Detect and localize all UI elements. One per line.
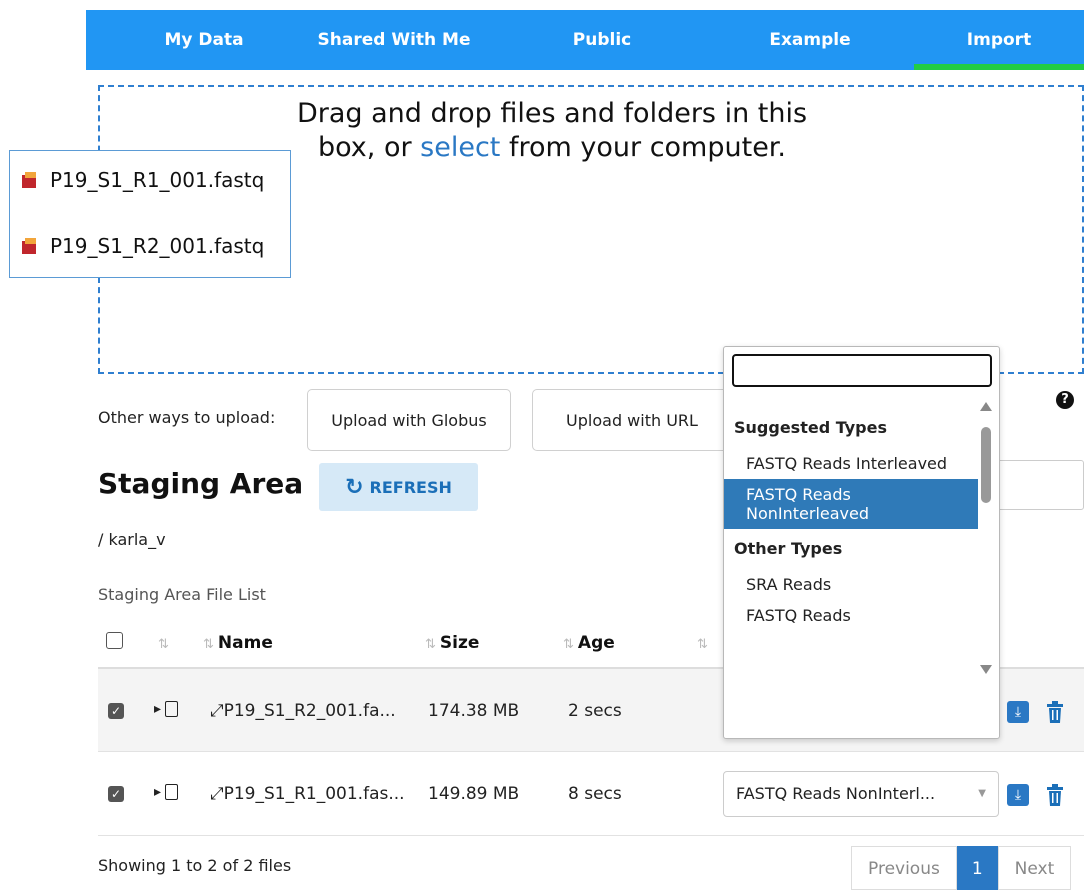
drag-file-item: P19_S1_R1_001.fastq	[22, 165, 264, 195]
expand-arrows-icon: ⤢	[210, 784, 224, 804]
row-checkbox[interactable]: ✓	[108, 786, 124, 802]
dropdown-option[interactable]: SRA Reads	[724, 569, 978, 600]
other-ways-label: Other ways to upload:	[98, 408, 276, 427]
previous-page-button[interactable]: Previous	[851, 846, 957, 890]
column-header-age[interactable]: ⇅ Age	[563, 633, 615, 653]
dropzone-text: Drag and drop files and folders in this …	[296, 98, 808, 163]
upload-globus-button[interactable]: Upload with Globus	[307, 389, 511, 451]
tab-shared-with-me[interactable]: Shared With Me	[304, 10, 484, 70]
scroll-down-icon[interactable]	[980, 665, 992, 674]
file-stack-icon	[22, 172, 36, 188]
dropdown-group-label: Other Types	[734, 539, 843, 558]
file-icon	[165, 701, 179, 717]
drag-preview: P19_S1_R1_001.fastq P19_S1_R2_001.fastq	[9, 150, 291, 278]
caret-right-icon: ▸	[154, 784, 162, 800]
trash-icon[interactable]	[1045, 701, 1065, 723]
upload-url-button[interactable]: Upload with URL	[532, 389, 732, 451]
refresh-icon: ↻	[345, 474, 364, 500]
staging-area-title: Staging Area	[98, 467, 304, 500]
table-row: ✓ ▸ ⤢P19_S1_R1_001.fas... 149.89 MB 8 se…	[98, 753, 1084, 836]
scroll-up-icon[interactable]	[980, 402, 992, 411]
dropdown-option[interactable]: FASTQ Reads Interleaved	[724, 448, 978, 479]
dropdown-list: Suggested Types FASTQ Reads Interleaved …	[724, 408, 978, 631]
dropdown-option-selected[interactable]: FASTQ Reads NonInterleaved	[724, 479, 978, 529]
file-icon	[165, 784, 179, 800]
tab-my-data[interactable]: My Data	[144, 10, 264, 70]
caret-right-icon: ▸	[154, 701, 162, 717]
file-stack-icon	[22, 238, 36, 254]
type-select[interactable]: FASTQ Reads NonInterl... ▼	[723, 771, 999, 817]
column-header-name[interactable]: ⇅ Name	[203, 633, 273, 653]
dropdown-scrollbar[interactable]	[976, 402, 994, 674]
select-all-checkbox[interactable]	[106, 632, 123, 649]
drag-file-item: P19_S1_R2_001.fastq	[22, 231, 264, 261]
file-age: 8 secs	[568, 784, 622, 804]
download-icon[interactable]: ⤓	[1007, 784, 1029, 806]
scrollbar-thumb[interactable]	[981, 427, 991, 503]
trash-icon[interactable]	[1045, 784, 1065, 806]
sort-icon: ⇅	[563, 637, 574, 652]
expand-toggle[interactable]: ▸	[154, 701, 179, 717]
column-header-size[interactable]: ⇅ Size	[425, 633, 479, 653]
question-circle-icon[interactable]: ?	[1056, 391, 1074, 409]
download-icon[interactable]: ⤓	[1007, 701, 1029, 723]
sort-icon: ⇅	[697, 637, 708, 652]
file-age: 2 secs	[568, 701, 622, 721]
tab-example[interactable]: Example	[752, 10, 868, 70]
expand-arrows-icon: ⤢	[210, 701, 224, 721]
tab-public[interactable]: Public	[552, 10, 652, 70]
file-name[interactable]: ⤢P19_S1_R2_001.fa...	[210, 701, 396, 721]
sort-icon: ⇅	[203, 637, 214, 652]
select-files-link[interactable]: select	[420, 132, 500, 163]
row-checkbox[interactable]: ✓	[108, 703, 124, 719]
file-size: 149.89 MB	[428, 784, 520, 804]
file-size: 174.38 MB	[428, 701, 520, 721]
column-header-type[interactable]: ⇅	[697, 633, 712, 653]
chevron-down-icon: ▼	[978, 788, 986, 799]
dropdown-search-input[interactable]	[732, 354, 992, 387]
sort-icon: ⇅	[425, 637, 436, 652]
breadcrumb: / karla_v	[98, 530, 166, 549]
file-name[interactable]: ⤢P19_S1_R1_001.fas...	[210, 784, 405, 804]
top-nav: My Data Shared With Me Public Example Im…	[86, 10, 1084, 70]
expand-toggle[interactable]: ▸	[154, 784, 179, 800]
page-button[interactable]: 1	[956, 846, 998, 890]
file-list-label: Staging Area File List	[98, 585, 266, 604]
pagination: Previous 1 Next	[851, 846, 1072, 890]
refresh-button[interactable]: ↻ REFRESH	[319, 463, 478, 511]
type-dropdown: Suggested Types FASTQ Reads Interleaved …	[723, 346, 1000, 739]
sort-icon[interactable]: ⇅	[158, 633, 173, 653]
dropdown-option[interactable]: FASTQ Reads	[724, 600, 978, 631]
tab-import[interactable]: Import	[914, 10, 1084, 70]
dropdown-group-label: Suggested Types	[734, 418, 887, 437]
showing-count: Showing 1 to 2 of 2 files	[98, 856, 292, 875]
next-page-button[interactable]: Next	[997, 846, 1072, 890]
